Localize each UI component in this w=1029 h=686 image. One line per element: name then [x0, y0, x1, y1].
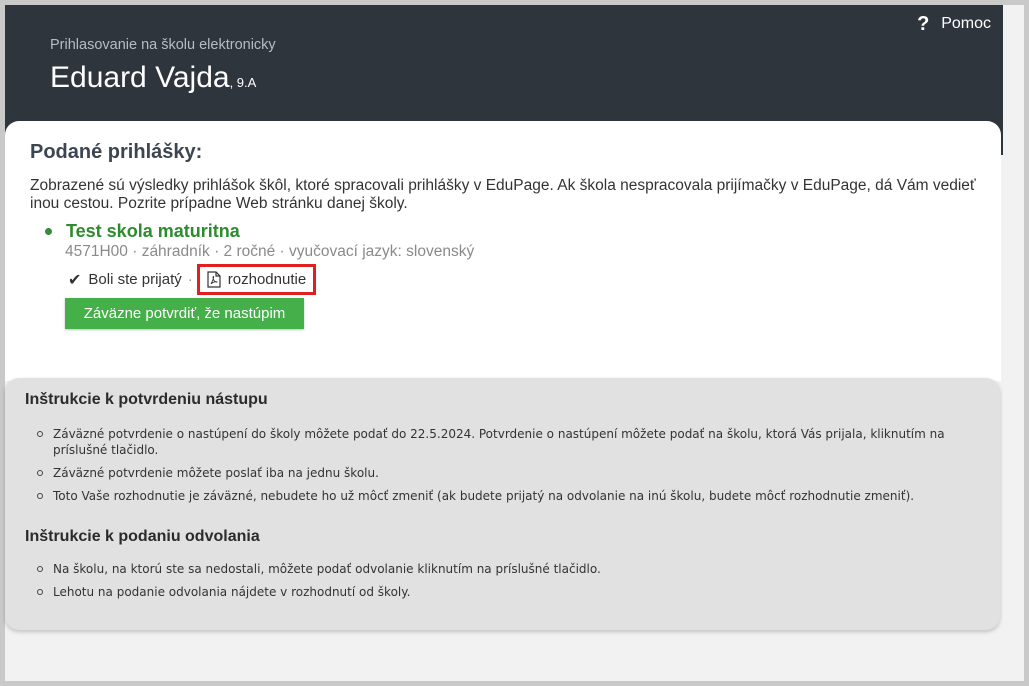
- appeal-instructions-title: Inštrukcie k podaniu odvolania: [25, 528, 260, 545]
- confirm-instructions-title: Inštrukcie k potvrdeniu nástupu: [25, 391, 268, 408]
- pdf-file-icon: [207, 271, 221, 288]
- decision-document-label: rozhodnutie: [227, 271, 307, 288]
- appeal-instructions-list: Na školu, na ktorú ste sa nedostali, môž…: [25, 561, 983, 607]
- admission-status-text: Boli ste prijatý: [88, 271, 182, 288]
- separator: ·: [187, 271, 193, 288]
- student-class: , 9.A: [229, 75, 257, 90]
- checkmark-icon: ✔: [68, 271, 82, 289]
- applications-description: Zobrazené sú výsledky prihlášok škôl, kt…: [30, 177, 976, 212]
- school-name: Test skola maturitna: [66, 221, 240, 241]
- applications-card: Podané prihlášky: Zobrazené sú výsledky …: [5, 121, 1001, 381]
- admission-status: ✔ Boli ste prijatý · rozhodnutie: [68, 264, 317, 295]
- bullet-icon: [45, 228, 52, 235]
- confirm-instructions-list: Záväzné potvrdenie o nastúpení do školy …: [25, 426, 983, 511]
- list-item: Toto Vaše rozhodnutie je záväzné, nebude…: [37, 488, 983, 504]
- help-label: Pomoc: [941, 15, 991, 32]
- list-item: Lehotu na podanie odvolania nájdete v ro…: [37, 584, 983, 600]
- student-heading: Eduard Vajda, 9.A: [50, 61, 256, 95]
- list-item: Záväzné potvrdenie môžete poslať iba na …: [37, 465, 983, 481]
- list-item: Na školu, na ktorú ste sa nedostali, môž…: [37, 561, 983, 577]
- page-subtitle: Prihlasovanie na školu elektronicky: [50, 37, 276, 53]
- decision-document-link[interactable]: rozhodnutie: [196, 264, 317, 295]
- instructions-panel: Inštrukcie k potvrdeniu nástupu Záväzné …: [5, 378, 1000, 630]
- applications-title: Podané prihlášky:: [30, 141, 203, 163]
- student-name: Eduard Vajda: [50, 61, 230, 94]
- help-link[interactable]: ? Pomoc: [915, 12, 991, 35]
- school-meta: 4571H00 · záhradník · 2 ročné · vyučovac…: [65, 243, 475, 260]
- confirm-enrollment-button[interactable]: Záväzne potvrdiť, že nastúpim: [65, 298, 304, 329]
- list-item: Záväzné potvrdenie o nastúpení do školy …: [37, 426, 983, 458]
- question-mark-icon: ?: [917, 12, 930, 35]
